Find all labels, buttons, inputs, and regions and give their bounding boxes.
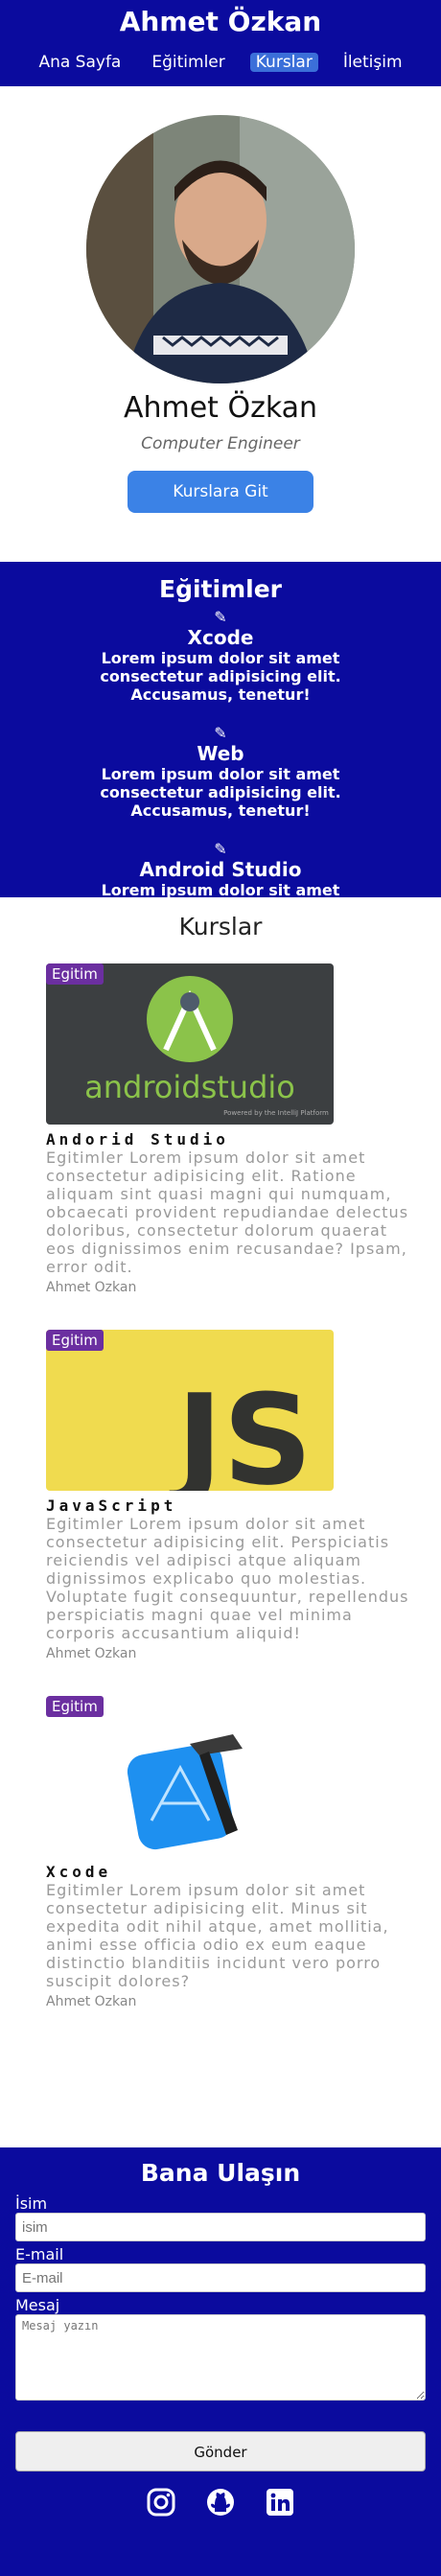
github-icon[interactable] (205, 2487, 236, 2518)
hero-name: Ahmet Özkan (123, 391, 318, 425)
nav-item-education[interactable]: Eğitimler (146, 53, 230, 72)
education-item: ✎ Xcode Lorem ipsum dolor sit amet conse… (0, 608, 441, 705)
education-item-text: Lorem ipsum dolor sit amet consectetur a… (100, 765, 341, 820)
android-studio-logo: androidstudio Powered by the IntelliJ Pl… (46, 963, 334, 1125)
course-description: Egitimler Lorem ipsum dolor sit amet con… (46, 1515, 409, 1642)
course-card[interactable]: Egitim Xcode Egitimler Lorem ipsum dolor… (46, 1696, 410, 2009)
education-title: Eğitimler (159, 575, 282, 603)
message-textarea[interactable] (15, 2314, 426, 2401)
site-header: Ahmet Özkan Ana Sayfa Eğitimler Kurslar … (0, 0, 441, 86)
course-description: Egitimler Lorem ipsum dolor sit amet con… (46, 1149, 409, 1276)
nav-item-home[interactable]: Ana Sayfa (33, 53, 127, 72)
email-label: E-mail (15, 2245, 64, 2263)
course-badge: Egitim (46, 1330, 104, 1351)
course-name: Andorid Studio (46, 1130, 229, 1149)
name-input[interactable] (15, 2213, 426, 2241)
hero-role: Computer Engineer (141, 434, 300, 453)
site-title: Ahmet Özkan (119, 6, 322, 37)
courses-section: Kurslar androidstudio Powered by the Int… (0, 897, 441, 2009)
android-logo-text: androidstudio (84, 1069, 295, 1105)
education-item-text: Lorem ipsum dolor sit amet consectetur a… (100, 649, 341, 704)
education-item-name: Web (197, 742, 244, 765)
go-to-courses-button[interactable]: Kurslara Git (128, 471, 313, 513)
course-author: Ahmet Ozkan (46, 1280, 137, 1295)
course-name: JavaScript (46, 1497, 177, 1515)
course-author: Ahmet Ozkan (46, 1646, 137, 1661)
education-item-name: Xcode (187, 626, 254, 649)
profile-photo (86, 115, 355, 383)
name-label: İsim (15, 2194, 48, 2213)
javascript-logo: JS Egitim (46, 1330, 334, 1491)
course-name: Xcode (46, 1863, 112, 1881)
education-section: Eğitimler ✎ Xcode Lorem ipsum dolor sit … (0, 562, 441, 936)
linkedin-icon[interactable] (265, 2487, 295, 2518)
contact-section: Bana Ulaşın İsim E-mail Mesaj Gönder (0, 2147, 441, 2576)
course-description: Egitimler Lorem ipsum dolor sit amet con… (46, 1881, 389, 1990)
course-badge: Egitim (46, 963, 104, 985)
course-card[interactable]: androidstudio Powered by the IntelliJ Pl… (46, 963, 410, 1295)
message-label: Mesaj (15, 2296, 60, 2314)
instagram-icon[interactable] (146, 2487, 176, 2518)
course-card[interactable]: JS Egitim JavaScript Egitimler Lorem ips… (46, 1330, 410, 1661)
nav-item-contact[interactable]: İletişim (337, 53, 408, 72)
nav-item-courses[interactable]: Kurslar (249, 53, 318, 72)
hero-section: Ahmet Özkan Computer Engineer Kurslara G… (0, 86, 441, 562)
courses-title: Kurslar (178, 913, 263, 940)
education-item: ✎ Web Lorem ipsum dolor sit amet consect… (0, 724, 441, 821)
js-logo-text: JS (169, 1367, 313, 1491)
contact-title: Bana Ulaşın (140, 2159, 301, 2187)
pen-icon: ✎ (214, 840, 227, 858)
xcode-logo: Egitim (46, 1696, 334, 1857)
course-author: Ahmet Ozkan (46, 1994, 137, 2009)
submit-button[interactable]: Gönder (15, 2431, 426, 2472)
education-item-name: Android Studio (139, 858, 302, 881)
pen-icon: ✎ (214, 608, 227, 626)
android-logo-subtext: Powered by the IntelliJ Platform (223, 1109, 329, 1117)
pen-icon: ✎ (214, 724, 227, 742)
email-input[interactable] (15, 2263, 426, 2292)
social-links (15, 2487, 426, 2518)
course-badge: Egitim (46, 1696, 104, 1717)
main-nav: Ana Sayfa Eğitimler Kurslar İletişim (0, 53, 441, 72)
